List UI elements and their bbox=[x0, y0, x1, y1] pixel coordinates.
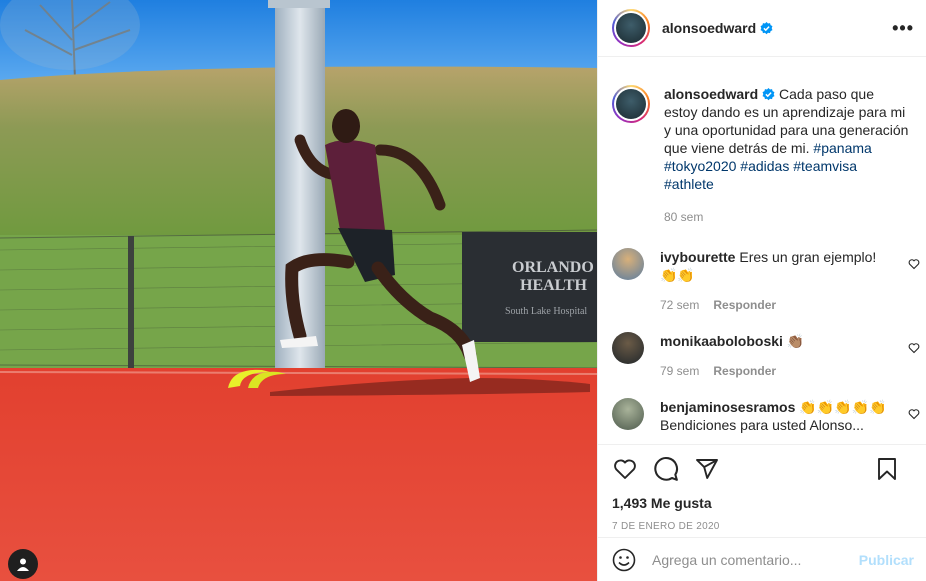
comment-text: Bendiciones para usted Alonso... bbox=[660, 417, 864, 433]
comment-timestamp[interactable]: 79 sem bbox=[660, 364, 699, 378]
sign-text-1: ORLANDO bbox=[512, 259, 594, 276]
heart-icon[interactable] bbox=[612, 457, 638, 481]
like-count[interactable]: 1,493 Me gusta bbox=[612, 495, 914, 511]
hashtag-link[interactable]: #panama bbox=[813, 140, 871, 156]
author-username[interactable]: alonsoedward bbox=[662, 20, 756, 36]
caption-username[interactable]: alonsoedward bbox=[664, 86, 758, 102]
post-caption: alonsoedward Cada paso que estoy dando e… bbox=[598, 85, 926, 226]
comment-emoji: 👏👏 bbox=[660, 267, 695, 283]
reply-button[interactable]: Responder bbox=[713, 364, 776, 378]
comments-scroll-area[interactable]: alonsoedward Cada paso que estoy dando e… bbox=[598, 65, 926, 443]
caption-avatar[interactable] bbox=[612, 85, 650, 123]
commenter-avatar[interactable] bbox=[612, 332, 644, 364]
sign-text-2: HEALTH bbox=[520, 277, 588, 294]
hashtag-link[interactable]: #teamvisa bbox=[793, 158, 857, 174]
athlete-sprinting-image: ORLANDO HEALTH South Lake Hospital bbox=[0, 0, 597, 581]
publish-button[interactable]: Publicar bbox=[859, 552, 914, 568]
reply-button[interactable]: Responder bbox=[713, 298, 776, 312]
comment-emoji: 👏👏👏👏👏 bbox=[799, 399, 887, 415]
comment-item: ivybourette Eres un gran ejemplo! 👏👏 72 … bbox=[598, 248, 926, 314]
commenter-avatar[interactable] bbox=[612, 398, 644, 430]
post-photo[interactable]: ORLANDO HEALTH South Lake Hospital bbox=[0, 0, 597, 581]
comment-username[interactable]: benjaminosesramos bbox=[660, 399, 795, 415]
comment-input[interactable]: Agrega un comentario... bbox=[652, 552, 801, 568]
hashtag-link[interactable]: #athlete bbox=[664, 176, 714, 192]
comment-username[interactable]: monikaaboloboski bbox=[660, 333, 783, 349]
verified-icon bbox=[762, 88, 775, 101]
bookmark-icon[interactable] bbox=[875, 456, 899, 482]
post-header: alonsoedward ••• bbox=[598, 0, 926, 57]
more-icon[interactable]: ••• bbox=[892, 18, 914, 39]
emoji-icon[interactable] bbox=[612, 548, 636, 572]
post-actions: 1,493 Me gusta 7 DE ENERO DE 2020 bbox=[598, 444, 926, 532]
comment-icon[interactable] bbox=[653, 456, 679, 482]
heart-icon[interactable] bbox=[908, 408, 920, 420]
user-tag-icon[interactable] bbox=[8, 549, 38, 579]
post-date[interactable]: 7 DE ENERO DE 2020 bbox=[612, 521, 914, 532]
sign-text-3: South Lake Hospital bbox=[505, 306, 587, 317]
hashtag-link[interactable]: #adidas bbox=[740, 158, 789, 174]
caption-timestamp[interactable]: 80 sem bbox=[664, 210, 703, 224]
post-details-panel: alonsoedward ••• alonsoedward Cada paso … bbox=[597, 0, 926, 581]
author-avatar[interactable] bbox=[612, 9, 650, 47]
comment-item: benjaminosesramos 👏👏👏👏👏 Bendiciones para… bbox=[598, 398, 926, 434]
share-icon[interactable] bbox=[694, 457, 720, 481]
verified-icon bbox=[760, 21, 773, 34]
heart-icon[interactable] bbox=[908, 342, 920, 354]
comment-item: monikaaboloboski 👏🏽 79 sem Responder bbox=[598, 332, 926, 380]
comment-username[interactable]: ivybourette bbox=[660, 249, 735, 265]
comment-timestamp[interactable]: 72 sem bbox=[660, 298, 699, 312]
comment-text: Eres un gran ejemplo! bbox=[739, 249, 877, 265]
heart-icon[interactable] bbox=[908, 258, 920, 270]
comment-emoji: 👏🏽 bbox=[786, 333, 805, 349]
commenter-avatar[interactable] bbox=[612, 248, 644, 280]
comment-composer: Agrega un comentario... Publicar bbox=[598, 537, 926, 581]
hashtag-link[interactable]: #tokyo2020 bbox=[664, 158, 736, 174]
